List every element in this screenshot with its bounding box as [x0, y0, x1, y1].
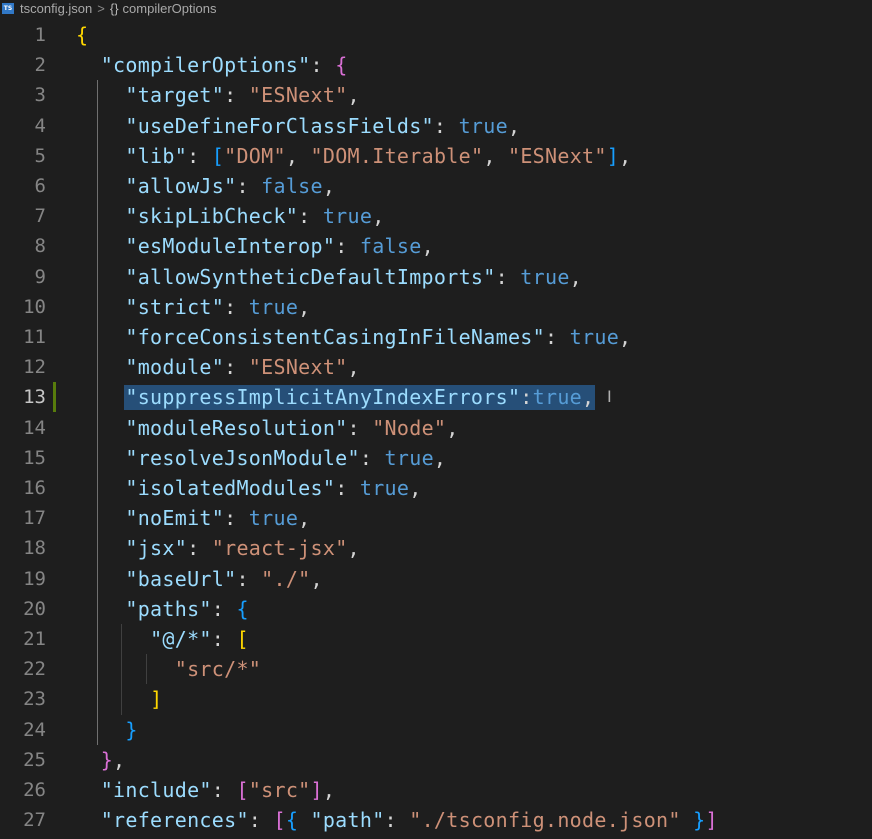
breadcrumb-separator: > [97, 0, 105, 16]
code-line[interactable]: 22 "src/*" [0, 654, 872, 684]
code-line[interactable]: 25 }, [0, 745, 872, 775]
code-line[interactable]: 6 "allowJs": false, [0, 171, 872, 201]
code-text: "include": ["src"], [100, 778, 336, 802]
code-text: "isolatedModules": true, [125, 476, 422, 500]
code-line[interactable]: 9 "allowSyntheticDefaultImports": true, [0, 262, 872, 292]
code-line[interactable]: 27 "references": [{ "path": "./tsconfig.… [0, 805, 872, 835]
code-text: "paths": { [125, 596, 249, 621]
code-text: "useDefineForClassFields": true, [125, 113, 521, 138]
line-number: 24 [23, 718, 46, 741]
line-number: 23 [23, 688, 46, 711]
code-line[interactable]: 20 "paths": { [0, 594, 872, 624]
code-line[interactable]: 19 "baseUrl": "./", [0, 564, 872, 594]
code-text: { [76, 23, 89, 47]
code-line[interactable]: 15 "resolveJsonModule": true, [0, 443, 872, 473]
line-number: 9 [34, 265, 46, 288]
line-number: 8 [34, 235, 46, 258]
code-text: "forceConsistentCasingInFileNames": true… [125, 325, 632, 349]
line-number: 15 [23, 446, 46, 469]
code-text: "src/*" [174, 657, 262, 682]
code-text: ] [150, 687, 163, 712]
code-line[interactable]: 16 "isolatedModules": true, [0, 473, 872, 503]
line-number: 10 [23, 295, 46, 318]
text-cursor-icon: I [607, 387, 612, 407]
line-number: 12 [23, 356, 46, 379]
code-text: "compilerOptions": { [100, 53, 348, 78]
code-line[interactable]: 24 } [0, 715, 872, 745]
code-line[interactable]: 14 "moduleResolution": "Node", [0, 413, 872, 443]
line-number: 27 [23, 809, 46, 832]
line-number: 13 [23, 386, 46, 409]
line-number: 19 [23, 567, 46, 590]
code-line[interactable]: 3 "target": "ESNext", [0, 80, 872, 110]
breadcrumb-file[interactable]: tsconfig.json [20, 1, 92, 16]
modified-line-indicator [53, 382, 56, 413]
line-number: 7 [34, 205, 46, 228]
line-number: 4 [34, 114, 46, 137]
typescript-file-icon: TS [2, 2, 14, 14]
code-line[interactable]: 4 "useDefineForClassFields": true, [0, 111, 872, 141]
code-text: "suppressImplicitAnyIndexErrors":true, [125, 385, 595, 410]
line-number: 3 [34, 84, 46, 107]
code-line[interactable]: 2 "compilerOptions": { [0, 50, 872, 80]
code-line[interactable]: 10 "strict": true, [0, 292, 872, 322]
line-number: 21 [23, 628, 46, 650]
line-number: 25 [23, 748, 46, 771]
code-line[interactable]: 5 "lib": ["DOM", "DOM.Iterable", "ESNext… [0, 141, 872, 171]
code-text: "allowSyntheticDefaultImports": true, [125, 264, 583, 289]
line-number: 16 [23, 477, 46, 499]
code-text: } [125, 717, 138, 742]
code-text: "noEmit": true, [125, 506, 311, 531]
code-text: }, [100, 747, 126, 772]
breadcrumb-symbol[interactable]: compilerOptions [123, 1, 217, 16]
line-number: 22 [23, 658, 46, 681]
code-text: "baseUrl": "./", [125, 566, 323, 591]
code-line[interactable]: 1{ [0, 20, 872, 50]
code-text: "skipLibCheck": true, [125, 204, 385, 229]
line-number: 18 [23, 537, 46, 560]
code-text: "target": "ESNext", [125, 83, 360, 108]
code-text: "esModuleInterop": false, [125, 234, 434, 259]
line-number: 14 [23, 416, 46, 439]
line-number: 1 [34, 24, 46, 46]
line-number: 26 [23, 779, 46, 801]
code-line[interactable]: 8 "esModuleInterop": false, [0, 231, 872, 261]
code-text: "references": [{ "path": "./tsconfig.nod… [100, 808, 718, 833]
line-number: 17 [23, 507, 46, 530]
breadcrumb: TS tsconfig.json > {} compilerOptions [0, 0, 872, 16]
code-line[interactable]: 26 "include": ["src"], [0, 775, 872, 805]
line-number: 6 [34, 175, 46, 197]
code-text: "module": "ESNext", [125, 355, 360, 380]
code-text: "lib": ["DOM", "DOM.Iterable", "ESNext"]… [125, 143, 632, 168]
line-number: 2 [34, 54, 46, 77]
json-object-icon: {} [109, 0, 119, 16]
line-number: 5 [34, 144, 46, 167]
line-number: 11 [23, 326, 46, 348]
code-line[interactable]: 12 "module": "ESNext", [0, 352, 872, 382]
code-line[interactable]: 13 I "suppressImplicitAnyIndexErrors":tru… [0, 382, 872, 413]
code-text: "moduleResolution": "Node", [125, 415, 459, 440]
code-line[interactable]: 17 "noEmit": true, [0, 503, 872, 533]
code-line[interactable]: 7 "skipLibCheck": true, [0, 201, 872, 231]
code-text: "@/*": [ [150, 627, 249, 651]
code-text: "allowJs": false, [125, 174, 336, 198]
code-text: "resolveJsonModule": true, [125, 445, 447, 470]
code-text: "jsx": "react-jsx", [125, 536, 360, 561]
line-number: 20 [23, 597, 46, 620]
code-line[interactable]: 21 "@/*": [ [0, 624, 872, 654]
code-text: "strict": true, [125, 294, 311, 319]
code-line[interactable]: 11 "forceConsistentCasingInFileNames": t… [0, 322, 872, 352]
code-line[interactable]: 18 "jsx": "react-jsx", [0, 533, 872, 563]
code-line[interactable]: 23 ] [0, 684, 872, 714]
code-editor[interactable]: 1{2 "compilerOptions": {3 "target": "ESN… [0, 20, 872, 839]
